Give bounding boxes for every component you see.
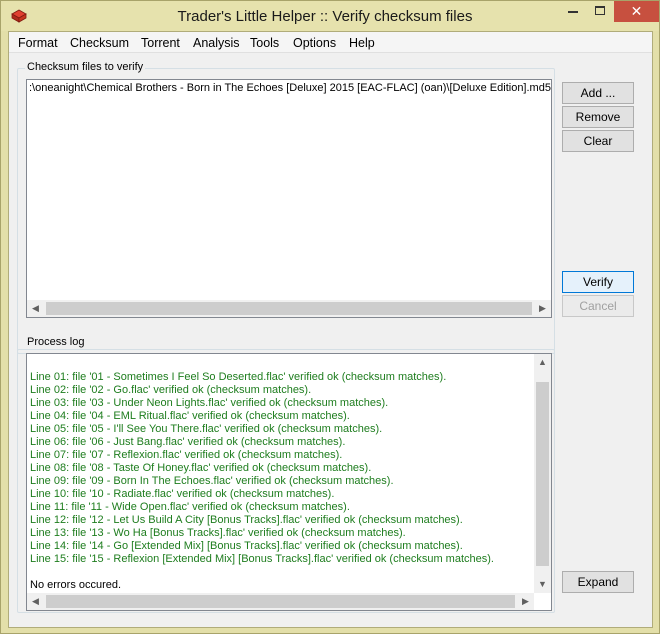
process-log-label: Process log xyxy=(25,336,87,348)
close-button[interactable]: ✕ xyxy=(614,1,659,22)
title-bar[interactable]: Trader's Little Helper :: Verify checksu… xyxy=(1,1,659,31)
remove-button[interactable]: Remove xyxy=(562,106,634,128)
menu-help[interactable]: Help xyxy=(349,36,375,50)
scroll-right-icon[interactable]: ▶ xyxy=(517,593,534,610)
log-line: Line 02: file '02 - Go.flac' verified ok… xyxy=(30,384,312,396)
log-line: Line 14: file '14 - Go [Extended Mix] [B… xyxy=(30,540,463,552)
scroll-thumb[interactable] xyxy=(536,382,549,566)
menu-analysis[interactable]: Analysis xyxy=(193,36,240,50)
log-line: Line 05: file '05 - I'll See You There.f… xyxy=(30,423,383,435)
log-line: Line 13: file '13 - Wo Ha [Bonus Tracks]… xyxy=(30,527,406,539)
log-line: Line 15: file '15 - Reflexion [Extended … xyxy=(30,553,494,565)
menu-bar: Format Checksum Torrent Analysis Tools O… xyxy=(9,32,652,53)
log-vscrollbar[interactable]: ▲ ▼ xyxy=(534,354,551,593)
list-item[interactable]: :\oneanight\Chemical Brothers - Born in … xyxy=(29,82,551,94)
scroll-up-icon[interactable]: ▲ xyxy=(534,354,551,371)
menu-torrent[interactable]: Torrent xyxy=(141,36,180,50)
log-line: Line 10: file '10 - Radiate.flac' verifi… xyxy=(30,488,335,500)
menu-checksum[interactable]: Checksum xyxy=(70,36,129,50)
log-line: Line 11: file '11 - Wide Open.flac' veri… xyxy=(30,501,350,513)
log-line: Line 09: file '09 - Born In The Echoes.f… xyxy=(30,475,394,487)
menu-options[interactable]: Options xyxy=(293,36,336,50)
scroll-thumb[interactable] xyxy=(46,302,532,315)
scroll-right-icon[interactable]: ▶ xyxy=(534,300,551,317)
maximize-button[interactable] xyxy=(587,1,614,22)
scroll-left-icon[interactable]: ◀ xyxy=(27,593,44,610)
log-hscrollbar[interactable]: ◀ ▶ xyxy=(27,593,534,610)
clear-button[interactable]: Clear xyxy=(562,130,634,152)
close-icon: ✕ xyxy=(630,3,643,19)
menu-tools[interactable]: Tools xyxy=(250,36,279,50)
checksum-files-label: Checksum files to verify xyxy=(25,61,146,73)
log-summary: No errors occured. xyxy=(30,579,122,591)
client-area: Format Checksum Torrent Analysis Tools O… xyxy=(8,31,653,628)
log-line: Line 07: file '07 - Reflexion.flac' veri… xyxy=(30,449,343,461)
app-window: Trader's Little Helper :: Verify checksu… xyxy=(0,0,660,634)
minimize-icon xyxy=(568,11,578,13)
scroll-thumb[interactable] xyxy=(46,595,515,608)
maximize-icon xyxy=(595,6,605,15)
log-line: Line 12: file '12 - Let Us Build A City … xyxy=(30,514,463,526)
scroll-left-icon[interactable]: ◀ xyxy=(27,300,44,317)
minimize-button[interactable] xyxy=(559,1,587,22)
cancel-button: Cancel xyxy=(562,295,634,317)
expand-button[interactable]: Expand xyxy=(562,571,634,593)
checksum-file-list[interactable]: :\oneanight\Chemical Brothers - Born in … xyxy=(26,79,552,318)
verify-button[interactable]: Verify xyxy=(562,271,634,293)
log-line: Line 04: file '04 - EML Ritual.flac' ver… xyxy=(30,410,350,422)
file-list-hscrollbar[interactable]: ◀ ▶ xyxy=(27,300,551,317)
log-line: Line 06: file '06 - Just Bang.flac' veri… xyxy=(30,436,346,448)
add-button[interactable]: Add ... xyxy=(562,82,634,104)
log-line: Line 01: file '01 - Sometimes I Feel So … xyxy=(30,371,447,383)
log-line: Line 03: file '03 - Under Neon Lights.fl… xyxy=(30,397,389,409)
menu-format[interactable]: Format xyxy=(18,36,58,50)
log-line: Line 08: file '08 - Taste Of Honey.flac'… xyxy=(30,462,372,474)
scroll-down-icon[interactable]: ▼ xyxy=(534,576,551,593)
process-log-output[interactable]: Line 01: file '01 - Sometimes I Feel So … xyxy=(26,353,552,611)
